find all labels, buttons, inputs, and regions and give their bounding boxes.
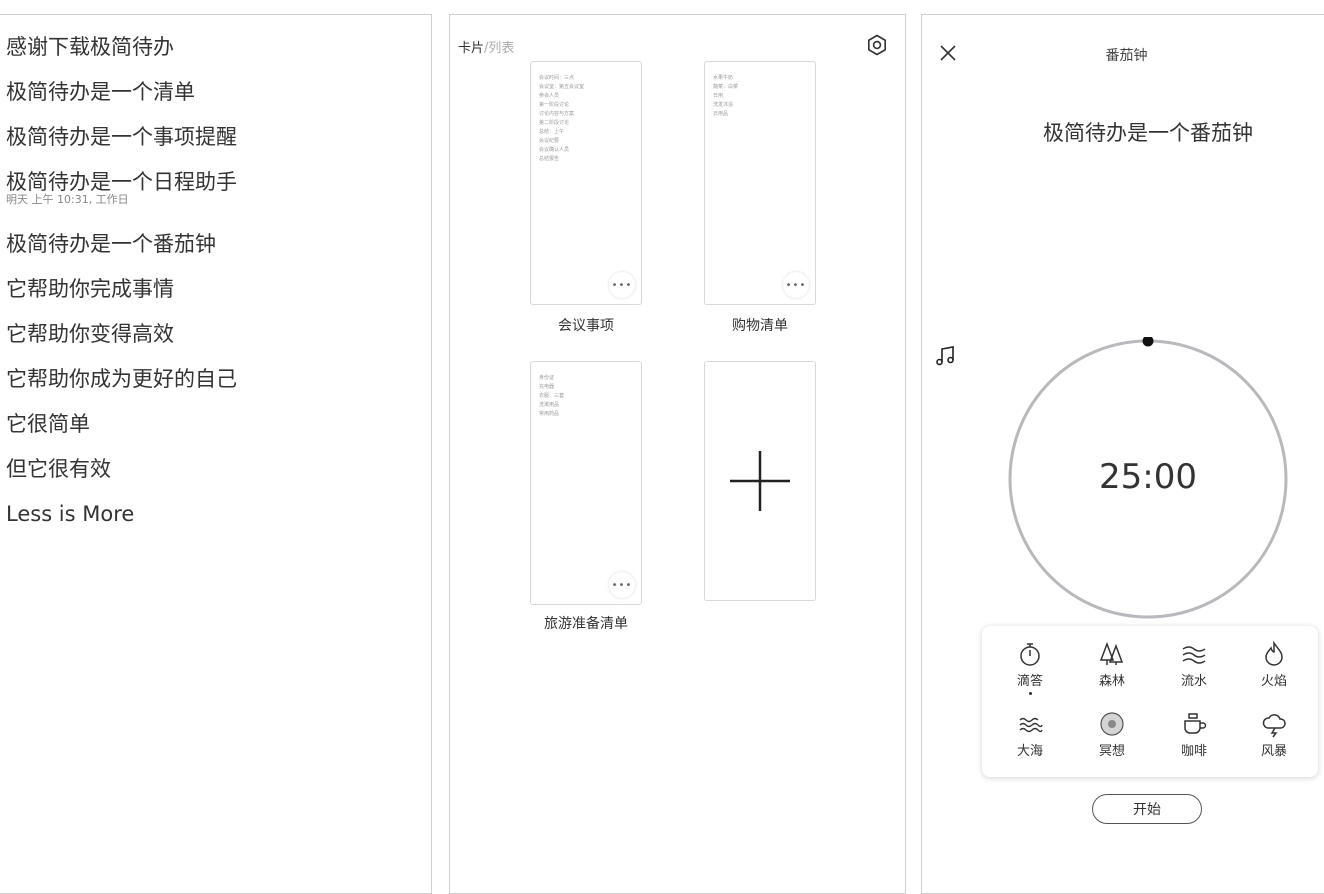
list-item[interactable]: 它很简单 bbox=[6, 410, 237, 455]
list-item[interactable]: 但它很有效 bbox=[6, 455, 237, 500]
tab-cards[interactable]: 卡片 bbox=[458, 41, 484, 56]
more-options-button[interactable]: ••• bbox=[609, 272, 635, 298]
list-panel: 感谢下载极简待办 极简待办是一个清单 极简待办是一个事项提醒 极简待办是一个日程… bbox=[0, 14, 432, 894]
meditation-icon bbox=[1100, 712, 1124, 736]
card-line: 洗发沐浴 bbox=[713, 102, 734, 108]
card-title: 旅游准备清单 bbox=[544, 616, 628, 632]
selected-indicator bbox=[1028, 692, 1032, 695]
card-title: 会议事项 bbox=[558, 318, 614, 334]
view-toggle: 卡片/列表 bbox=[458, 37, 514, 56]
card-line: 参会人员 bbox=[539, 93, 560, 99]
music-note-icon[interactable] bbox=[934, 344, 958, 368]
card-meeting[interactable]: 会议时间：三点 会议室：第五会议室 参会人员 第一阶段讨论 讨论内容与方案 第二… bbox=[530, 61, 642, 305]
card-line: 蔬菜：白菜 bbox=[713, 84, 739, 90]
sound-label: 流水 bbox=[1180, 674, 1207, 689]
tab-list[interactable]: 列表 bbox=[488, 41, 514, 56]
list-item-text: 它帮助你完成事情 bbox=[6, 277, 174, 301]
list-item[interactable]: 它帮助你完成事情 bbox=[6, 275, 237, 320]
more-options-button[interactable]: ••• bbox=[783, 272, 809, 298]
list-item[interactable]: 它帮助你成为更好的自己 bbox=[6, 365, 237, 410]
list-item-text: 但它很有效 bbox=[6, 457, 111, 481]
list-item-text: 它很简单 bbox=[6, 412, 90, 436]
sound-option[interactable]: 流水 bbox=[1152, 640, 1236, 689]
sound-label: 风暴 bbox=[1260, 744, 1287, 759]
card-preview: 身份证 充电器 衣服：三套 洗漱用品 常用药品 bbox=[539, 374, 633, 419]
list-item[interactable]: 感谢下载极简待办 bbox=[6, 33, 237, 78]
coffee-icon bbox=[1184, 713, 1207, 734]
page-title: 番茄钟 bbox=[1105, 48, 1148, 64]
flame-icon bbox=[1265, 640, 1283, 666]
start-button[interactable]: 开始 bbox=[1092, 794, 1202, 824]
card-line: 总结：上午 bbox=[539, 129, 565, 135]
card-line: 日用品 bbox=[713, 111, 729, 117]
card-line: 水果牛奶 bbox=[713, 75, 734, 81]
card-line: 洗漱用品 bbox=[539, 402, 560, 408]
card-line: 常用药品 bbox=[539, 411, 560, 417]
sound-option[interactable]: 大海 bbox=[988, 710, 1072, 759]
card-line: 会议时间：三点 bbox=[539, 75, 575, 81]
storm-icon bbox=[1262, 714, 1286, 738]
list-item-text: 极简待办是一个清单 bbox=[6, 80, 195, 104]
sound-option[interactable]: 滴答 bbox=[988, 640, 1072, 695]
add-card-button[interactable] bbox=[704, 361, 816, 601]
card-line: 衣服：三套 bbox=[539, 393, 565, 399]
sound-label: 滴答 bbox=[1016, 674, 1043, 689]
forest-icon bbox=[1099, 641, 1124, 665]
sound-option[interactable]: 风暴 bbox=[1232, 710, 1316, 759]
card-line: 身份证 bbox=[539, 375, 555, 381]
stopwatch-icon bbox=[1020, 643, 1040, 666]
sound-option[interactable]: 火焰 bbox=[1232, 640, 1316, 689]
list-item[interactable]: 极简待办是一个事项提醒 bbox=[6, 123, 237, 168]
ocean-icon bbox=[1019, 717, 1043, 733]
sound-label: 咖啡 bbox=[1180, 744, 1207, 759]
list-item[interactable]: 它帮助你变得高效 bbox=[6, 320, 237, 365]
list-item-text: 极简待办是一个番茄钟 bbox=[6, 232, 216, 256]
card-travel[interactable]: 身份证 充电器 衣服：三套 洗漱用品 常用药品 ••• bbox=[530, 361, 642, 605]
card-line: 总结报告 bbox=[539, 156, 560, 162]
list-item-reminder: 明天 上午 10:31, 工作日 bbox=[6, 193, 129, 206]
sound-label: 火焰 bbox=[1260, 674, 1287, 689]
card-preview: 会议时间：三点 会议室：第五会议室 参会人员 第一阶段讨论 讨论内容与方案 第二… bbox=[539, 74, 633, 164]
card-line: 会议纪要 bbox=[539, 138, 560, 144]
sound-option[interactable]: 冥想 bbox=[1070, 710, 1154, 759]
list-item[interactable]: 极简待办是一个日程助手 明天 上午 10:31, 工作日 bbox=[6, 168, 237, 230]
sound-label: 森林 bbox=[1098, 674, 1125, 689]
more-options-button[interactable]: ••• bbox=[609, 572, 635, 598]
card-line: 会议确认人员 bbox=[539, 147, 570, 153]
todo-list: 感谢下载极简待办 极简待办是一个清单 极简待办是一个事项提醒 极简待办是一个日程… bbox=[6, 33, 237, 545]
list-item-text: Less is More bbox=[6, 502, 135, 526]
list-item[interactable]: 极简待办是一个清单 bbox=[6, 78, 237, 123]
sound-label: 大海 bbox=[1016, 744, 1043, 759]
card-line: 第二阶段讨论 bbox=[539, 120, 570, 126]
timer-display: 25:00 bbox=[1099, 457, 1197, 497]
list-item-text: 感谢下载极简待办 bbox=[6, 35, 174, 59]
ambient-sound-picker: 滴答 森林 流水 火焰 大海 冥想 咖啡 风暴 bbox=[982, 626, 1318, 777]
gear-icon[interactable] bbox=[865, 33, 889, 57]
card-preview: 水果牛奶 蔬菜：白菜 日用 洗发沐浴 日用品 bbox=[713, 74, 807, 119]
list-item[interactable]: 极简待办是一个番茄钟 bbox=[6, 230, 237, 275]
list-item-text: 极简待办是一个事项提醒 bbox=[6, 125, 237, 149]
cards-panel: 卡片/列表 会议时间：三点 会议室：第五会议室 参会人员 第一阶段讨论 讨论内容… bbox=[449, 14, 906, 894]
pomodoro-panel: 番茄钟 极简待办是一个番茄钟 25:00 滴答 森林 流水 火焰 大海 冥想 咖… bbox=[921, 14, 1324, 894]
list-item-text: 它帮助你成为更好的自己 bbox=[6, 367, 237, 391]
water-icon bbox=[1182, 646, 1206, 664]
sound-label: 冥想 bbox=[1098, 744, 1125, 759]
card-line: 会议室：第五会议室 bbox=[539, 84, 585, 90]
card-line: 第一阶段讨论 bbox=[539, 102, 570, 108]
task-name: 极简待办是一个番茄钟 bbox=[1043, 121, 1253, 145]
plus-icon bbox=[730, 451, 790, 511]
card-line: 讨论内容与方案 bbox=[539, 111, 575, 117]
card-line: 日用 bbox=[713, 93, 724, 99]
card-title: 购物清单 bbox=[732, 318, 788, 334]
sound-option[interactable]: 咖啡 bbox=[1152, 710, 1236, 759]
card-line: 充电器 bbox=[539, 384, 555, 390]
card-shopping[interactable]: 水果牛奶 蔬菜：白菜 日用 洗发沐浴 日用品 ••• bbox=[704, 61, 816, 305]
dial-handle[interactable] bbox=[1142, 337, 1154, 347]
list-item-text: 极简待办是一个日程助手 bbox=[6, 170, 237, 194]
sound-option[interactable]: 森林 bbox=[1070, 640, 1154, 689]
list-item[interactable]: Less is More bbox=[6, 500, 237, 545]
list-item-text: 它帮助你变得高效 bbox=[6, 322, 174, 346]
